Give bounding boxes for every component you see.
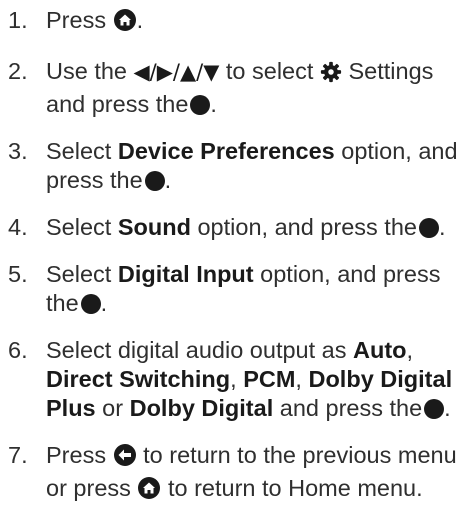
step-text: or: [102, 395, 124, 421]
step-text: Use the: [46, 58, 127, 84]
instruction-list: 1. Press . 2. Use the ◀/▶/▲/▼ to select …: [8, 6, 463, 525]
option-name: Digital Input: [117, 261, 254, 287]
step-text: Press: [46, 442, 107, 468]
step-4: 4. Select Sound option, and press the.: [8, 213, 463, 242]
step-text: to select: [225, 58, 314, 84]
separator: ,: [295, 366, 302, 392]
step-1: 1. Press .: [8, 6, 463, 39]
step-7: 7. Press to return to the previous menu …: [8, 441, 463, 507]
step-number: 4.: [8, 214, 28, 240]
step-text: .: [164, 167, 172, 193]
step-number: 3.: [8, 138, 28, 164]
step-text: .: [444, 395, 451, 421]
option-name: PCM: [243, 366, 296, 392]
separator: ,: [230, 366, 237, 392]
arrow-keys-icon: ◀/▶/▲/▼: [133, 60, 220, 84]
gear-icon: [320, 61, 342, 90]
step-number: 1.: [8, 7, 28, 33]
step-text: Select: [46, 261, 112, 287]
step-text: Press: [46, 7, 107, 33]
option-name: Direct Switching: [46, 366, 231, 392]
step-number: 7.: [8, 442, 28, 468]
step-text: option, and press the: [197, 214, 417, 240]
home-icon: [113, 8, 137, 39]
step-text: Select: [46, 214, 112, 240]
step-text: Select digital audio output as: [46, 337, 347, 363]
ok-button-icon: [144, 171, 165, 191]
ok-button-icon: [418, 218, 439, 238]
step-number: 2.: [8, 58, 28, 84]
step-2: 2. Use the ◀/▶/▲/▼ to select Settings an…: [8, 57, 463, 119]
step-text: .: [210, 91, 217, 117]
step-text: to return to Home menu.: [167, 475, 423, 501]
step-text: and press the: [279, 395, 423, 421]
option-name: Sound: [117, 214, 191, 240]
step-text: .: [438, 214, 446, 240]
step-number: 5.: [8, 261, 28, 287]
ok-button-icon: [424, 399, 445, 419]
ok-button-icon: [80, 294, 101, 314]
step-text: .: [100, 290, 108, 316]
separator: ,: [406, 337, 414, 363]
option-name: Device Preferences: [117, 138, 335, 164]
option-name: Auto: [353, 337, 407, 363]
ok-button-icon: [190, 95, 211, 115]
step-text: Select: [46, 138, 112, 164]
step-5: 5. Select Digital Input option, and pres…: [8, 260, 463, 318]
step-6: 6. Select digital audio output as Auto, …: [8, 336, 463, 423]
home-icon: [137, 476, 161, 507]
option-name: Dolby Digital: [129, 395, 274, 421]
step-text: .: [136, 7, 144, 33]
step-number: 6.: [8, 337, 28, 363]
step-3: 3. Select Device Preferences option, and…: [8, 137, 463, 195]
